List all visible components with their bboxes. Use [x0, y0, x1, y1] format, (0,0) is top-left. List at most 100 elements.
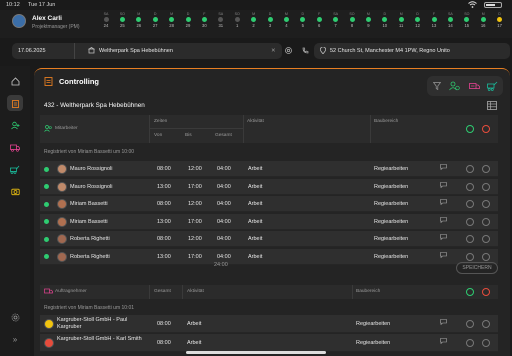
- calendar-day[interactable]: D 17: [491, 12, 509, 28]
- calendar-day[interactable]: SA 31: [212, 12, 230, 28]
- approve-icon[interactable]: [466, 217, 474, 226]
- reject-icon[interactable]: [482, 235, 490, 243]
- save-button[interactable]: SPEICHERN: [456, 262, 498, 274]
- table-row[interactable]: Kargruber-Stoll GmbH - Paul Kargruber 08:…: [40, 315, 498, 333]
- area[interactable]: Regiearbeiten: [374, 161, 408, 177]
- calendar-day[interactable]: M 28: [163, 12, 181, 28]
- comment-icon[interactable]: [440, 161, 447, 177]
- calendar-day[interactable]: D 27: [146, 12, 164, 28]
- area[interactable]: Regiearbeiten: [374, 179, 408, 195]
- phone-icon[interactable]: [302, 47, 309, 56]
- comment-icon[interactable]: [440, 231, 447, 247]
- reject-icon[interactable]: [482, 165, 490, 173]
- machine-filter-icon[interactable]: [487, 81, 498, 93]
- area[interactable]: Regiearbeiten: [374, 214, 408, 230]
- calendar-day[interactable]: D3: [261, 12, 279, 28]
- approve-icon[interactable]: [466, 252, 474, 261]
- machinery-icon[interactable]: [7, 161, 23, 177]
- time-to[interactable]: 17:00: [188, 249, 202, 265]
- area[interactable]: Regiearbeiten: [374, 196, 408, 212]
- approve-all-icon[interactable]: [466, 288, 474, 296]
- area[interactable]: Regiearbeiten: [374, 249, 408, 265]
- table-row[interactable]: Mauro Rossignoli 13:00 17:00 04:00 Arbeit Reg…: [40, 178, 498, 195]
- calendar-day[interactable]: M4: [277, 12, 295, 28]
- calendar-day[interactable]: M9: [359, 12, 377, 28]
- settings-icon[interactable]: [7, 309, 23, 325]
- reject-icon[interactable]: [482, 182, 490, 191]
- calendar-day[interactable]: SO 25: [113, 12, 131, 28]
- user-add-icon[interactable]: [7, 117, 23, 133]
- approve-icon[interactable]: [466, 182, 474, 191]
- calendar-day[interactable]: SO 15: [458, 12, 476, 28]
- time-to[interactable]: 17:00: [188, 179, 202, 195]
- activity[interactable]: Arbeit: [187, 315, 201, 333]
- calendar-day[interactable]: D5: [294, 12, 312, 28]
- area[interactable]: Regiearbeiten: [356, 334, 390, 352]
- address-field[interactable]: 52 Church St, Manchester M4 1PW, Regno U…: [314, 43, 510, 59]
- approve-icon[interactable]: [466, 339, 474, 347]
- table-row[interactable]: Mauro Rossignoli 08:00 12:00 04:00 Arbeit Reg…: [40, 161, 498, 177]
- table-row[interactable]: Miriam Bassetti 08:00 12:00 04:00 Arbeit Regi…: [40, 196, 498, 212]
- approve-icon[interactable]: [466, 200, 474, 208]
- activity[interactable]: Arbeit: [248, 161, 262, 177]
- calendar-day[interactable]: SA 24: [97, 12, 115, 28]
- activity[interactable]: Arbeit: [248, 196, 262, 212]
- reject-icon[interactable]: [482, 252, 490, 261]
- reject-all-icon[interactable]: [482, 125, 490, 133]
- activity[interactable]: Arbeit: [248, 249, 262, 265]
- comment-icon[interactable]: [440, 316, 447, 332]
- calendar-day[interactable]: SA 7: [327, 12, 345, 28]
- activity[interactable]: Arbeit: [248, 214, 262, 230]
- reject-icon[interactable]: [482, 320, 490, 328]
- activity[interactable]: Arbeit: [248, 231, 262, 247]
- home-indicator[interactable]: [186, 351, 326, 354]
- calendar-day[interactable]: F6: [310, 12, 328, 28]
- time-to[interactable]: 12:00: [188, 161, 202, 177]
- clipboard-icon[interactable]: [7, 95, 23, 111]
- table-row[interactable]: Roberta Righetti 08:00 12:00 04:00 Arbeit Reg…: [40, 231, 498, 247]
- comment-icon[interactable]: [440, 214, 447, 230]
- comment-icon[interactable]: [440, 179, 447, 195]
- time-from[interactable]: 08:00: [157, 161, 171, 177]
- calendar-day[interactable]: M2: [245, 12, 263, 28]
- reject-icon[interactable]: [482, 217, 490, 226]
- time-from[interactable]: 13:00: [157, 214, 171, 230]
- area[interactable]: Regiearbeiten: [374, 231, 408, 247]
- truck-icon[interactable]: [7, 139, 23, 155]
- approve-icon[interactable]: [466, 165, 474, 173]
- user-filter-icon[interactable]: [449, 81, 460, 93]
- approve-icon[interactable]: [466, 235, 474, 243]
- time-from[interactable]: 13:00: [157, 249, 171, 265]
- project-selector[interactable]: 17.06.2025 Weltherpark Spa Hebebühnen ✕: [12, 43, 282, 59]
- camera-icon[interactable]: [7, 183, 23, 199]
- table-row[interactable]: Miriam Bassetti 13:00 17:00 04:00 Arbeit Regi…: [40, 213, 498, 230]
- truck-filter-icon[interactable]: [469, 81, 480, 93]
- calendar-day[interactable]: F 30: [195, 12, 213, 28]
- time-from[interactable]: 13:00: [157, 179, 171, 195]
- time-to[interactable]: 17:00: [188, 214, 202, 230]
- expand-icon[interactable]: »: [7, 331, 23, 347]
- home-icon[interactable]: [7, 73, 23, 89]
- clear-icon[interactable]: ✕: [271, 43, 276, 59]
- time-to[interactable]: 12:00: [188, 196, 202, 212]
- time-from[interactable]: 08:00: [157, 231, 171, 247]
- calendar-day[interactable]: D 10: [376, 12, 394, 28]
- approve-icon[interactable]: [466, 320, 474, 328]
- table-row[interactable]: Kargruber-Stoll GmbH - Karl Smith 08:00 Ar…: [40, 334, 498, 352]
- calendar-day[interactable]: M 16: [474, 12, 492, 28]
- comment-icon[interactable]: [440, 196, 447, 212]
- filter-icon[interactable]: [432, 82, 442, 92]
- time-from[interactable]: 08:00: [157, 196, 171, 212]
- calendar-day[interactable]: D 12: [409, 12, 427, 28]
- reject-all-icon[interactable]: [482, 288, 490, 296]
- table-view-icon[interactable]: [487, 101, 497, 112]
- reject-icon[interactable]: [482, 200, 490, 208]
- calendar-day[interactable]: SO 8: [343, 12, 361, 28]
- activity[interactable]: Arbeit: [248, 179, 262, 195]
- comment-icon[interactable]: [440, 335, 447, 351]
- reject-icon[interactable]: [482, 339, 490, 347]
- at-icon[interactable]: [285, 47, 292, 56]
- calendar-day[interactable]: M 26: [130, 12, 148, 28]
- comment-icon[interactable]: [440, 249, 447, 265]
- calendar-day[interactable]: M 11: [392, 12, 410, 28]
